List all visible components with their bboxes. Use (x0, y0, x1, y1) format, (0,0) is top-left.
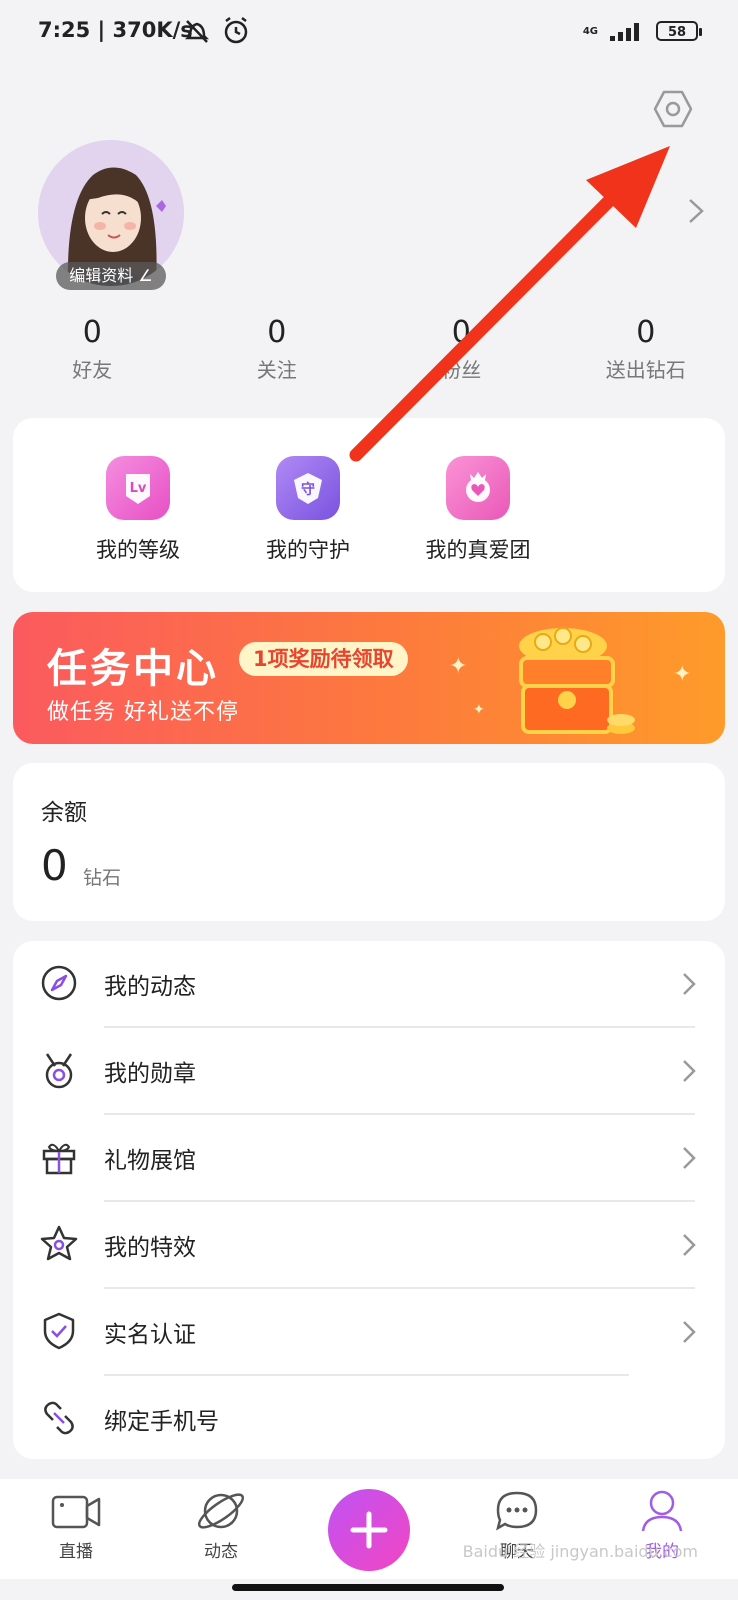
svg-text:Lv: Lv (130, 481, 147, 496)
shield-check-icon (43, 1312, 75, 1350)
plus-icon (350, 1511, 388, 1549)
balance-card[interactable]: 余额 0 钻石 (13, 763, 725, 921)
svg-text:守: 守 (301, 481, 315, 498)
chevron-right-icon (683, 973, 696, 995)
link-icon (44, 1401, 74, 1435)
stat-fans[interactable]: 0 粉丝 (369, 315, 554, 383)
gift-icon (42, 1143, 76, 1175)
gear-icon (653, 90, 693, 128)
home-indicator[interactable] (232, 1584, 504, 1591)
feature-fan-club[interactable]: 我的真爱团 (393, 418, 563, 592)
chevron-right-icon (683, 1147, 696, 1169)
status-bar-right: 4G 58 (582, 20, 702, 42)
feature-guard[interactable]: 守 我的守护 (223, 418, 393, 592)
sparkle-icon: ✦ (449, 654, 468, 679)
menu-item-real-name-verify[interactable]: 实名认证 (13, 1289, 725, 1376)
stat-label: 好友 (72, 358, 113, 382)
profile-chevron-icon[interactable] (684, 196, 708, 226)
treasure-chest-icon (519, 627, 635, 734)
menu-item-my-effects[interactable]: 我的特效 (13, 1202, 725, 1289)
tab-feed[interactable]: 动态 (171, 1489, 271, 1562)
status-speed: 370K/s (112, 18, 193, 42)
feature-label: 我的等级 (96, 538, 180, 562)
chevron-right-icon (683, 1060, 696, 1082)
sparkle-icon: ✦ (673, 662, 692, 687)
fan-club-icon (446, 456, 510, 520)
profile-icon (641, 1490, 683, 1532)
chat-icon (496, 1491, 538, 1531)
planet-icon (197, 1493, 245, 1529)
signal-icon (610, 23, 639, 41)
balance-amount: 0 (41, 841, 68, 890)
compass-icon (41, 965, 77, 1001)
menu-label: 我的动态 (104, 974, 196, 1000)
stat-following[interactable]: 0 关注 (185, 315, 370, 383)
chevron-right-icon (683, 1234, 696, 1256)
menu-label: 我的勋章 (104, 1061, 196, 1087)
battery-indicator: 58 (656, 21, 702, 41)
chevron-right-icon (683, 1321, 696, 1343)
medal-icon (45, 1053, 73, 1089)
menu-item-my-posts[interactable]: 我的动态 (13, 941, 725, 1028)
menu-list: 我的动态 我的勋章 礼物展馆 我的特效 实名认证 绑定手机号 (13, 941, 725, 1459)
menu-label: 礼物展馆 (104, 1148, 196, 1174)
menu-label: 我的特效 (104, 1235, 196, 1261)
settings-button[interactable] (652, 88, 694, 130)
alarm-icon (222, 16, 250, 50)
sparkle-icon: ✦ (473, 702, 485, 718)
watermark: Baidu 经验 jingyan.baidu.com (462, 1542, 698, 1561)
reward-badge: 1项奖励待领取 (239, 642, 408, 676)
stat-label: 粉丝 (441, 358, 482, 382)
tab-label: 动态 (204, 1542, 238, 1562)
stat-friends[interactable]: 0 好友 (0, 315, 185, 383)
status-time: 7:25 (38, 18, 91, 42)
star-icon (40, 1225, 78, 1261)
features-card: Lv 我的等级 守 我的守护 我的真爱团 (13, 418, 725, 592)
menu-item-my-medals[interactable]: 我的勋章 (13, 1028, 725, 1115)
banner-title: 任务中心 (47, 646, 219, 692)
stats-row: 0 好友 0 关注 0 粉丝 0 送出钻石 (0, 315, 738, 383)
banner-subtitle: 做任务 好礼送不停 (47, 700, 239, 725)
menu-item-gift-gallery[interactable]: 礼物展馆 (13, 1115, 725, 1202)
camera-icon (51, 1495, 101, 1529)
menu-label: 实名认证 (104, 1322, 196, 1348)
bottom-tab-bar: 直播 动态 聊天 我的 (0, 1479, 738, 1579)
feature-level[interactable]: Lv 我的等级 (53, 418, 223, 592)
status-bar-time: 7:25 | 370K/s (38, 18, 193, 42)
stat-label: 关注 (256, 358, 297, 382)
stat-diamonds-sent[interactable]: 0 送出钻石 (554, 315, 738, 383)
mute-icon (182, 16, 212, 50)
stat-value: 0 (636, 315, 656, 350)
pencil-icon: ∠ (138, 266, 153, 285)
feature-label: 我的守护 (266, 538, 350, 562)
stat-value: 0 (82, 315, 102, 350)
balance-title: 余额 (41, 800, 87, 826)
feature-label: 我的真爱团 (425, 538, 531, 562)
tab-label: 直播 (59, 1542, 93, 1562)
edit-profile-label: 编辑资料 (69, 266, 134, 285)
network-type: 4G (582, 25, 598, 37)
stat-value: 0 (267, 315, 287, 350)
create-button[interactable] (328, 1489, 410, 1571)
level-icon: Lv (106, 456, 170, 520)
task-center-banner[interactable]: 任务中心 1项奖励待领取 做任务 好礼送不停 ✦ ✦ ✦ (13, 612, 725, 744)
stat-label: 送出钻石 (605, 358, 686, 382)
edit-profile-button[interactable]: 编辑资料 ∠ (56, 262, 166, 290)
menu-label: 绑定手机号 (104, 1409, 219, 1435)
balance-unit: 钻石 (83, 867, 122, 889)
guard-icon: 守 (276, 456, 340, 520)
menu-item-bind-phone[interactable]: 绑定手机号 (13, 1376, 725, 1463)
stat-value: 0 (451, 315, 471, 350)
tab-live[interactable]: 直播 (26, 1489, 126, 1562)
